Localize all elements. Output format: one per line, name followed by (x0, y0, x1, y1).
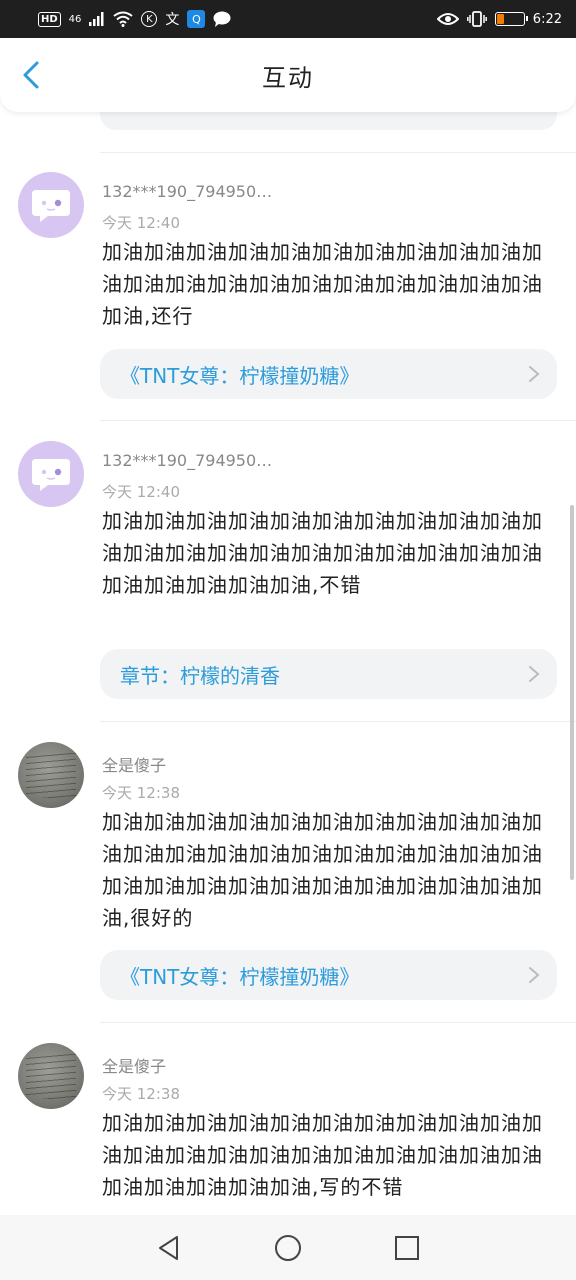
book-link-card[interactable]: 《TNT女尊：柠檬撞奶糖》 (100, 950, 557, 1000)
avatar[interactable] (18, 1043, 84, 1109)
avatar[interactable] (18, 441, 84, 507)
chevron-right-icon (529, 366, 540, 382)
robot-face-icon (32, 459, 70, 491)
vibrate-icon (466, 11, 487, 27)
status-left: HD 46 K 文 Q (38, 9, 231, 29)
nav-back-button[interactable] (149, 1228, 189, 1268)
comment-username[interactable]: 132***190_794950… (102, 451, 272, 470)
network-type: 46 (68, 13, 82, 25)
chat-bubble-icon (213, 11, 231, 27)
q-app-icon: Q (187, 10, 206, 28)
handwriting-photo (26, 1053, 76, 1099)
book-link-label: 《TNT女尊：柠檬撞奶糖》 (120, 363, 360, 388)
chevron-right-icon (529, 666, 540, 682)
battery-icon (494, 12, 528, 26)
handwriting-photo (26, 752, 76, 798)
status-bar: HD 46 K 文 Q 6:22 (0, 0, 576, 38)
app-header: 互动 (0, 38, 576, 112)
clock: 6:22 (532, 11, 562, 27)
recents-square-icon (394, 1235, 419, 1260)
hd-indicator: HD (38, 11, 61, 27)
k-app-icon: K (141, 11, 158, 27)
comment-time: 今天 12:40 (102, 483, 180, 501)
comment-username[interactable]: 全是傻子 (102, 1053, 166, 1077)
avatar[interactable] (18, 742, 84, 808)
chevron-left-icon[interactable] (18, 60, 48, 90)
divider (100, 1022, 576, 1023)
status-right: 6:22 (436, 11, 562, 27)
divider (100, 721, 576, 722)
comment-time: 今天 12:38 (102, 784, 180, 802)
home-circle-icon (274, 1234, 301, 1261)
wen-app-icon: 文 (165, 12, 180, 28)
comment-list[interactable]: 章节：柠檬的清香 132***190_794950… 今天 12:40 加油加油… (0, 100, 576, 1215)
chevron-right-icon (529, 967, 540, 983)
comment-text: 加油加油加油加油加油加油加油加油加油加油加油加油加油加油加油加油加油加油加油加油… (102, 240, 543, 328)
comment-time: 今天 12:40 (102, 214, 180, 232)
eye-icon (436, 13, 459, 25)
divider (100, 152, 576, 153)
book-link-card[interactable]: 《TNT女尊：柠檬撞奶糖》 (100, 349, 557, 399)
page-title: 互动 (262, 63, 314, 92)
back-triangle-icon (159, 1235, 179, 1260)
book-link-label: 章节：柠檬的清香 (120, 663, 280, 688)
comment-time: 今天 12:38 (102, 1085, 180, 1103)
wifi-icon (113, 11, 134, 27)
system-nav-bar (0, 1215, 576, 1280)
comment-text: 加油加油加油加油加油加油加油加油加油加油加油加油加油加油加油加油加油加油加油加油… (102, 810, 543, 930)
signal-icon (89, 12, 104, 26)
divider (100, 420, 576, 421)
robot-face-icon (32, 190, 70, 222)
battery-level (496, 14, 504, 24)
comment-text: 加油加油加油加油加油加油加油加油加油加油加油加油加油加油加油加油加油加油加油加油… (102, 1111, 543, 1199)
nav-recents-button[interactable] (387, 1228, 427, 1268)
avatar[interactable] (18, 172, 84, 238)
book-link-label: 《TNT女尊：柠檬撞奶糖》 (120, 964, 360, 989)
comment-username[interactable]: 132***190_794950… (102, 182, 272, 201)
comment-text: 加油加油加油加油加油加油加油加油加油加油加油加油加油加油加油加油加油加油加油加油… (102, 509, 543, 597)
comment-username[interactable]: 全是傻子 (102, 752, 166, 776)
nav-home-button[interactable] (268, 1228, 308, 1268)
book-link-card[interactable]: 章节：柠檬的清香 (100, 649, 557, 699)
scrollbar[interactable] (570, 505, 574, 880)
